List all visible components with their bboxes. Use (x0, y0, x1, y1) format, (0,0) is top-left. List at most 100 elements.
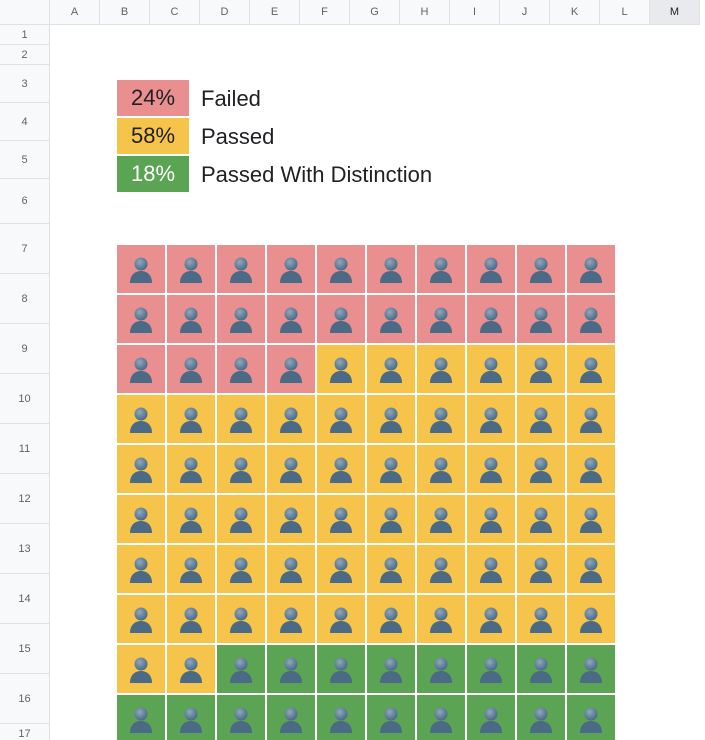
person-icon (128, 305, 154, 333)
person-icon (478, 505, 504, 533)
row-header[interactable]: 15 (0, 624, 50, 674)
column-header[interactable]: L (600, 0, 650, 25)
legend-swatch: 18% (117, 156, 189, 192)
person-icon (528, 255, 554, 283)
waffle-cell (167, 545, 215, 593)
person-icon (478, 255, 504, 283)
row-header[interactable]: 4 (0, 103, 50, 141)
person-icon (328, 255, 354, 283)
person-icon (378, 305, 404, 333)
waffle-cell (467, 345, 515, 393)
row-header[interactable]: 2 (0, 45, 50, 65)
waffle-cell (517, 395, 565, 443)
waffle-cell (267, 495, 315, 543)
person-icon (178, 655, 204, 683)
row-header[interactable]: 13 (0, 524, 50, 574)
waffle-cell (567, 395, 615, 443)
waffle-cell (117, 395, 165, 443)
row-header[interactable]: 16 (0, 674, 50, 724)
waffle-cell (367, 595, 415, 643)
person-icon (428, 455, 454, 483)
waffle-cell (217, 395, 265, 443)
legend-row: 58% Passed (117, 118, 432, 156)
column-header[interactable]: I (450, 0, 500, 25)
row-header[interactable]: 3 (0, 65, 50, 103)
column-header[interactable]: A (50, 0, 100, 25)
row-headers: 123456789101112131415161718 (0, 25, 50, 740)
row-header[interactable]: 17 (0, 724, 50, 740)
person-icon (278, 555, 304, 583)
waffle-cell (167, 295, 215, 343)
person-icon (228, 655, 254, 683)
column-header[interactable]: J (500, 0, 550, 25)
waffle-cell (467, 545, 515, 593)
waffle-cell (417, 445, 465, 493)
person-icon (528, 405, 554, 433)
waffle-cell (267, 395, 315, 443)
select-all-corner[interactable] (0, 0, 50, 25)
waffle-chart (117, 245, 615, 740)
waffle-cell (167, 445, 215, 493)
person-icon (228, 405, 254, 433)
person-icon (378, 555, 404, 583)
person-icon (528, 305, 554, 333)
waffle-cell (517, 445, 565, 493)
row-header[interactable]: 9 (0, 324, 50, 374)
column-header[interactable]: B (100, 0, 150, 25)
person-icon (178, 405, 204, 433)
person-icon (278, 355, 304, 383)
waffle-cell (167, 645, 215, 693)
person-icon (128, 605, 154, 633)
person-icon (278, 255, 304, 283)
column-header[interactable]: D (200, 0, 250, 25)
column-header[interactable]: F (300, 0, 350, 25)
grid-area[interactable]: 24%Failed58%Passed18%Passed With Distinc… (50, 25, 705, 740)
person-icon (328, 705, 354, 733)
row-header[interactable]: 10 (0, 374, 50, 424)
waffle-cell (567, 295, 615, 343)
person-icon (328, 455, 354, 483)
waffle-cell (117, 445, 165, 493)
column-header[interactable]: E (250, 0, 300, 25)
person-icon (328, 555, 354, 583)
person-icon (578, 355, 604, 383)
column-header[interactable]: K (550, 0, 600, 25)
column-header[interactable]: G (350, 0, 400, 25)
row-header[interactable]: 6 (0, 179, 50, 224)
person-icon (278, 505, 304, 533)
person-icon (578, 605, 604, 633)
person-icon (128, 455, 154, 483)
row-header[interactable]: 14 (0, 574, 50, 624)
waffle-cell (367, 445, 415, 493)
person-icon (228, 305, 254, 333)
person-icon (378, 405, 404, 433)
waffle-cell (117, 295, 165, 343)
row-header[interactable]: 11 (0, 424, 50, 474)
legend-label: Failed (201, 86, 261, 112)
person-icon (178, 355, 204, 383)
row-header[interactable]: 12 (0, 474, 50, 524)
person-icon (128, 505, 154, 533)
column-header[interactable]: C (150, 0, 200, 25)
row-header[interactable]: 7 (0, 224, 50, 274)
waffle-cell (217, 295, 265, 343)
person-icon (478, 355, 504, 383)
waffle-cell (317, 345, 365, 393)
waffle-cell (517, 345, 565, 393)
row-header[interactable]: 8 (0, 274, 50, 324)
waffle-cell (417, 495, 465, 543)
waffle-cell (567, 695, 615, 740)
waffle-cell (517, 545, 565, 593)
person-icon (428, 505, 454, 533)
person-icon (428, 405, 454, 433)
legend-swatch: 58% (117, 118, 189, 154)
row-header[interactable]: 5 (0, 141, 50, 179)
waffle-cell (417, 695, 465, 740)
legend-label: Passed (201, 124, 274, 150)
person-icon (178, 255, 204, 283)
column-header[interactable]: M (650, 0, 700, 25)
person-icon (178, 605, 204, 633)
column-header[interactable]: H (400, 0, 450, 25)
row-header[interactable]: 1 (0, 25, 50, 45)
legend-row: 18%Passed With Distinction (117, 156, 432, 194)
